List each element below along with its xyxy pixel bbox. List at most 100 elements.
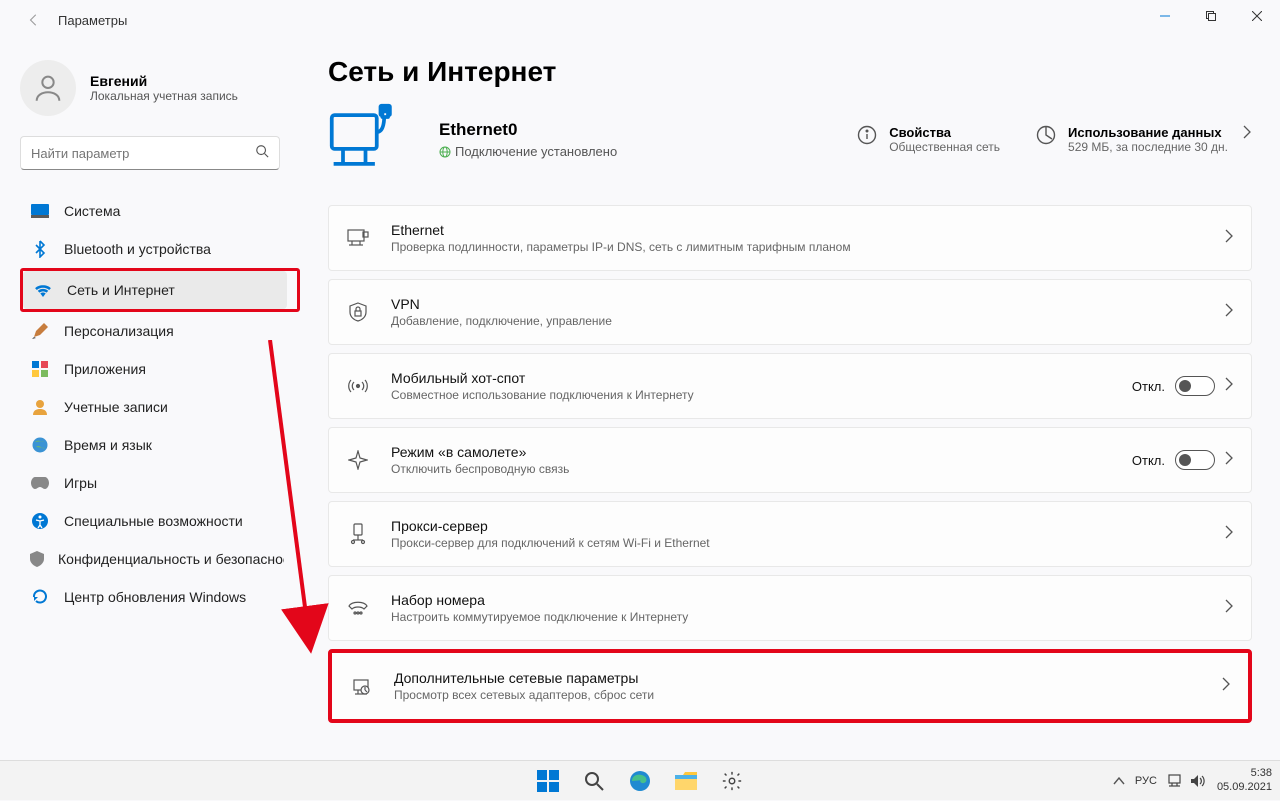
close-button[interactable] bbox=[1234, 0, 1280, 32]
brush-icon bbox=[30, 321, 50, 341]
ethernet-icon bbox=[347, 227, 369, 249]
wifi-icon bbox=[33, 280, 53, 300]
toggle-label: Откл. bbox=[1132, 379, 1165, 394]
search-icon bbox=[255, 144, 269, 163]
minimize-button[interactable] bbox=[1142, 0, 1188, 32]
taskbar-explorer[interactable] bbox=[666, 761, 706, 801]
setting-sub: Прокси-сервер для подключений к сетям Wi… bbox=[391, 536, 1225, 550]
nav-label: Приложения bbox=[64, 361, 146, 377]
connection-name: Ethernet0 bbox=[439, 120, 617, 140]
main-content: Сеть и Интернет Ethernet0 Подключение ус… bbox=[300, 40, 1280, 760]
user-block[interactable]: Евгений Локальная учетная запись bbox=[20, 60, 300, 116]
properties-title: Свойства bbox=[889, 125, 1000, 140]
nav-privacy[interactable]: Конфиденциальность и безопасность bbox=[20, 540, 284, 578]
nav-accounts[interactable]: Учетные записи bbox=[20, 388, 284, 426]
nav-time[interactable]: Время и язык bbox=[20, 426, 284, 464]
setting-sub: Просмотр всех сетевых адаптеров, сброс с… bbox=[394, 688, 1222, 702]
nav-label: Центр обновления Windows bbox=[64, 589, 246, 605]
chevron-right-icon bbox=[1225, 525, 1233, 544]
tray-volume-icon[interactable] bbox=[1189, 772, 1207, 790]
setting-title: Набор номера bbox=[391, 592, 1225, 608]
nav-bluetooth[interactable]: Bluetooth и устройства bbox=[20, 230, 284, 268]
hotspot-toggle[interactable] bbox=[1175, 376, 1215, 396]
bluetooth-icon bbox=[30, 239, 50, 259]
taskbar-edge[interactable] bbox=[620, 761, 660, 801]
setting-sub: Совместное использование подключения к И… bbox=[391, 388, 1132, 402]
setting-sub: Проверка подлинности, параметры IP-и DNS… bbox=[391, 240, 1225, 254]
airplane-toggle[interactable] bbox=[1175, 450, 1215, 470]
nav-apps[interactable]: Приложения bbox=[20, 350, 284, 388]
chevron-right-icon bbox=[1242, 125, 1252, 144]
setting-title: Ethernet bbox=[391, 222, 1225, 238]
setting-dialup[interactable]: Набор номера Настроить коммутируемое под… bbox=[328, 575, 1252, 641]
tray-time: 5:38 bbox=[1217, 767, 1272, 780]
sidebar: Евгений Локальная учетная запись Система… bbox=[0, 40, 300, 760]
setting-title: VPN bbox=[391, 296, 1225, 312]
connection-block: Ethernet0 Подключение установлено bbox=[439, 120, 617, 159]
accessibility-icon bbox=[30, 511, 50, 531]
update-icon bbox=[30, 587, 50, 607]
setting-sub: Отключить беспроводную связь bbox=[391, 462, 1132, 476]
chevron-right-icon bbox=[1225, 229, 1233, 248]
nav-label: Сеть и Интернет bbox=[67, 282, 175, 298]
info-icon bbox=[857, 125, 879, 147]
properties-card[interactable]: Свойства Общественная сеть bbox=[857, 125, 1000, 154]
tray-network-icon[interactable] bbox=[1167, 772, 1185, 790]
hotspot-icon bbox=[347, 375, 369, 397]
taskbar-settings[interactable] bbox=[712, 761, 752, 801]
setting-proxy[interactable]: Прокси-сервер Прокси-сервер для подключе… bbox=[328, 501, 1252, 567]
nav-label: Время и язык bbox=[64, 437, 152, 453]
taskbar-search[interactable] bbox=[574, 761, 614, 801]
setting-vpn[interactable]: VPN Добавление, подключение, управление bbox=[328, 279, 1252, 345]
setting-advanced[interactable]: Дополнительные сетевые параметры Просмот… bbox=[332, 653, 1248, 719]
setting-airplane[interactable]: Режим «в самолете» Отключить беспроводну… bbox=[328, 427, 1252, 493]
nav-label: Специальные возможности bbox=[64, 513, 243, 529]
setting-ethernet[interactable]: Ethernet Проверка подлинности, параметры… bbox=[328, 205, 1252, 271]
tray-overflow[interactable] bbox=[1113, 772, 1125, 790]
nav-accessibility[interactable]: Специальные возможности bbox=[20, 502, 284, 540]
maximize-button[interactable] bbox=[1188, 0, 1234, 32]
system-tray: РУС 5:38 05.09.2021 bbox=[1113, 767, 1272, 793]
data-usage-icon bbox=[1036, 125, 1058, 147]
data-usage-card[interactable]: Использование данных 529 МБ, за последни… bbox=[1036, 125, 1252, 154]
tray-language[interactable]: РУС bbox=[1135, 775, 1157, 787]
user-name: Евгений bbox=[90, 73, 238, 89]
tray-clock[interactable]: 5:38 05.09.2021 bbox=[1217, 767, 1272, 793]
nav-label: Игры bbox=[64, 475, 97, 491]
airplane-icon bbox=[347, 449, 369, 471]
back-button[interactable] bbox=[18, 4, 50, 36]
search-box[interactable] bbox=[20, 136, 280, 170]
window-title: Параметры bbox=[58, 13, 127, 28]
nav-label: Учетные записи bbox=[64, 399, 168, 415]
nav-gaming[interactable]: Игры bbox=[20, 464, 284, 502]
highlight-network-nav: Сеть и Интернет bbox=[20, 268, 300, 312]
chevron-right-icon bbox=[1222, 677, 1230, 696]
settings-list: Ethernet Проверка подлинности, параметры… bbox=[328, 205, 1252, 723]
setting-title: Дополнительные сетевые параметры bbox=[394, 670, 1222, 686]
setting-sub: Добавление, подключение, управление bbox=[391, 314, 1225, 328]
nav-label: Персонализация bbox=[64, 323, 174, 339]
chevron-right-icon bbox=[1225, 303, 1233, 322]
start-button[interactable] bbox=[528, 761, 568, 801]
nav-update[interactable]: Центр обновления Windows bbox=[20, 578, 284, 616]
nav-list: Система Bluetooth и устройства Сеть и Ин… bbox=[20, 192, 300, 616]
gamepad-icon bbox=[30, 473, 50, 493]
phone-icon bbox=[347, 597, 369, 619]
setting-hotspot[interactable]: Мобильный хот-спот Совместное использова… bbox=[328, 353, 1252, 419]
avatar bbox=[20, 60, 76, 116]
nav-network[interactable]: Сеть и Интернет bbox=[23, 271, 287, 309]
search-input[interactable] bbox=[31, 146, 255, 161]
nav-label: Система bbox=[64, 203, 120, 219]
person-icon bbox=[30, 397, 50, 417]
system-icon bbox=[30, 201, 50, 221]
setting-title: Прокси-сервер bbox=[391, 518, 1225, 534]
highlight-advanced-settings: Дополнительные сетевые параметры Просмот… bbox=[328, 649, 1252, 723]
data-usage-sub: 529 МБ, за последние 30 дн. bbox=[1068, 140, 1228, 154]
apps-icon bbox=[30, 359, 50, 379]
nav-personalization[interactable]: Персонализация bbox=[20, 312, 284, 350]
data-usage-title: Использование данных bbox=[1068, 125, 1228, 140]
toggle-label: Откл. bbox=[1132, 453, 1165, 468]
window-controls bbox=[1142, 0, 1280, 32]
nav-system[interactable]: Система bbox=[20, 192, 284, 230]
pc-ethernet-icon bbox=[328, 102, 403, 177]
